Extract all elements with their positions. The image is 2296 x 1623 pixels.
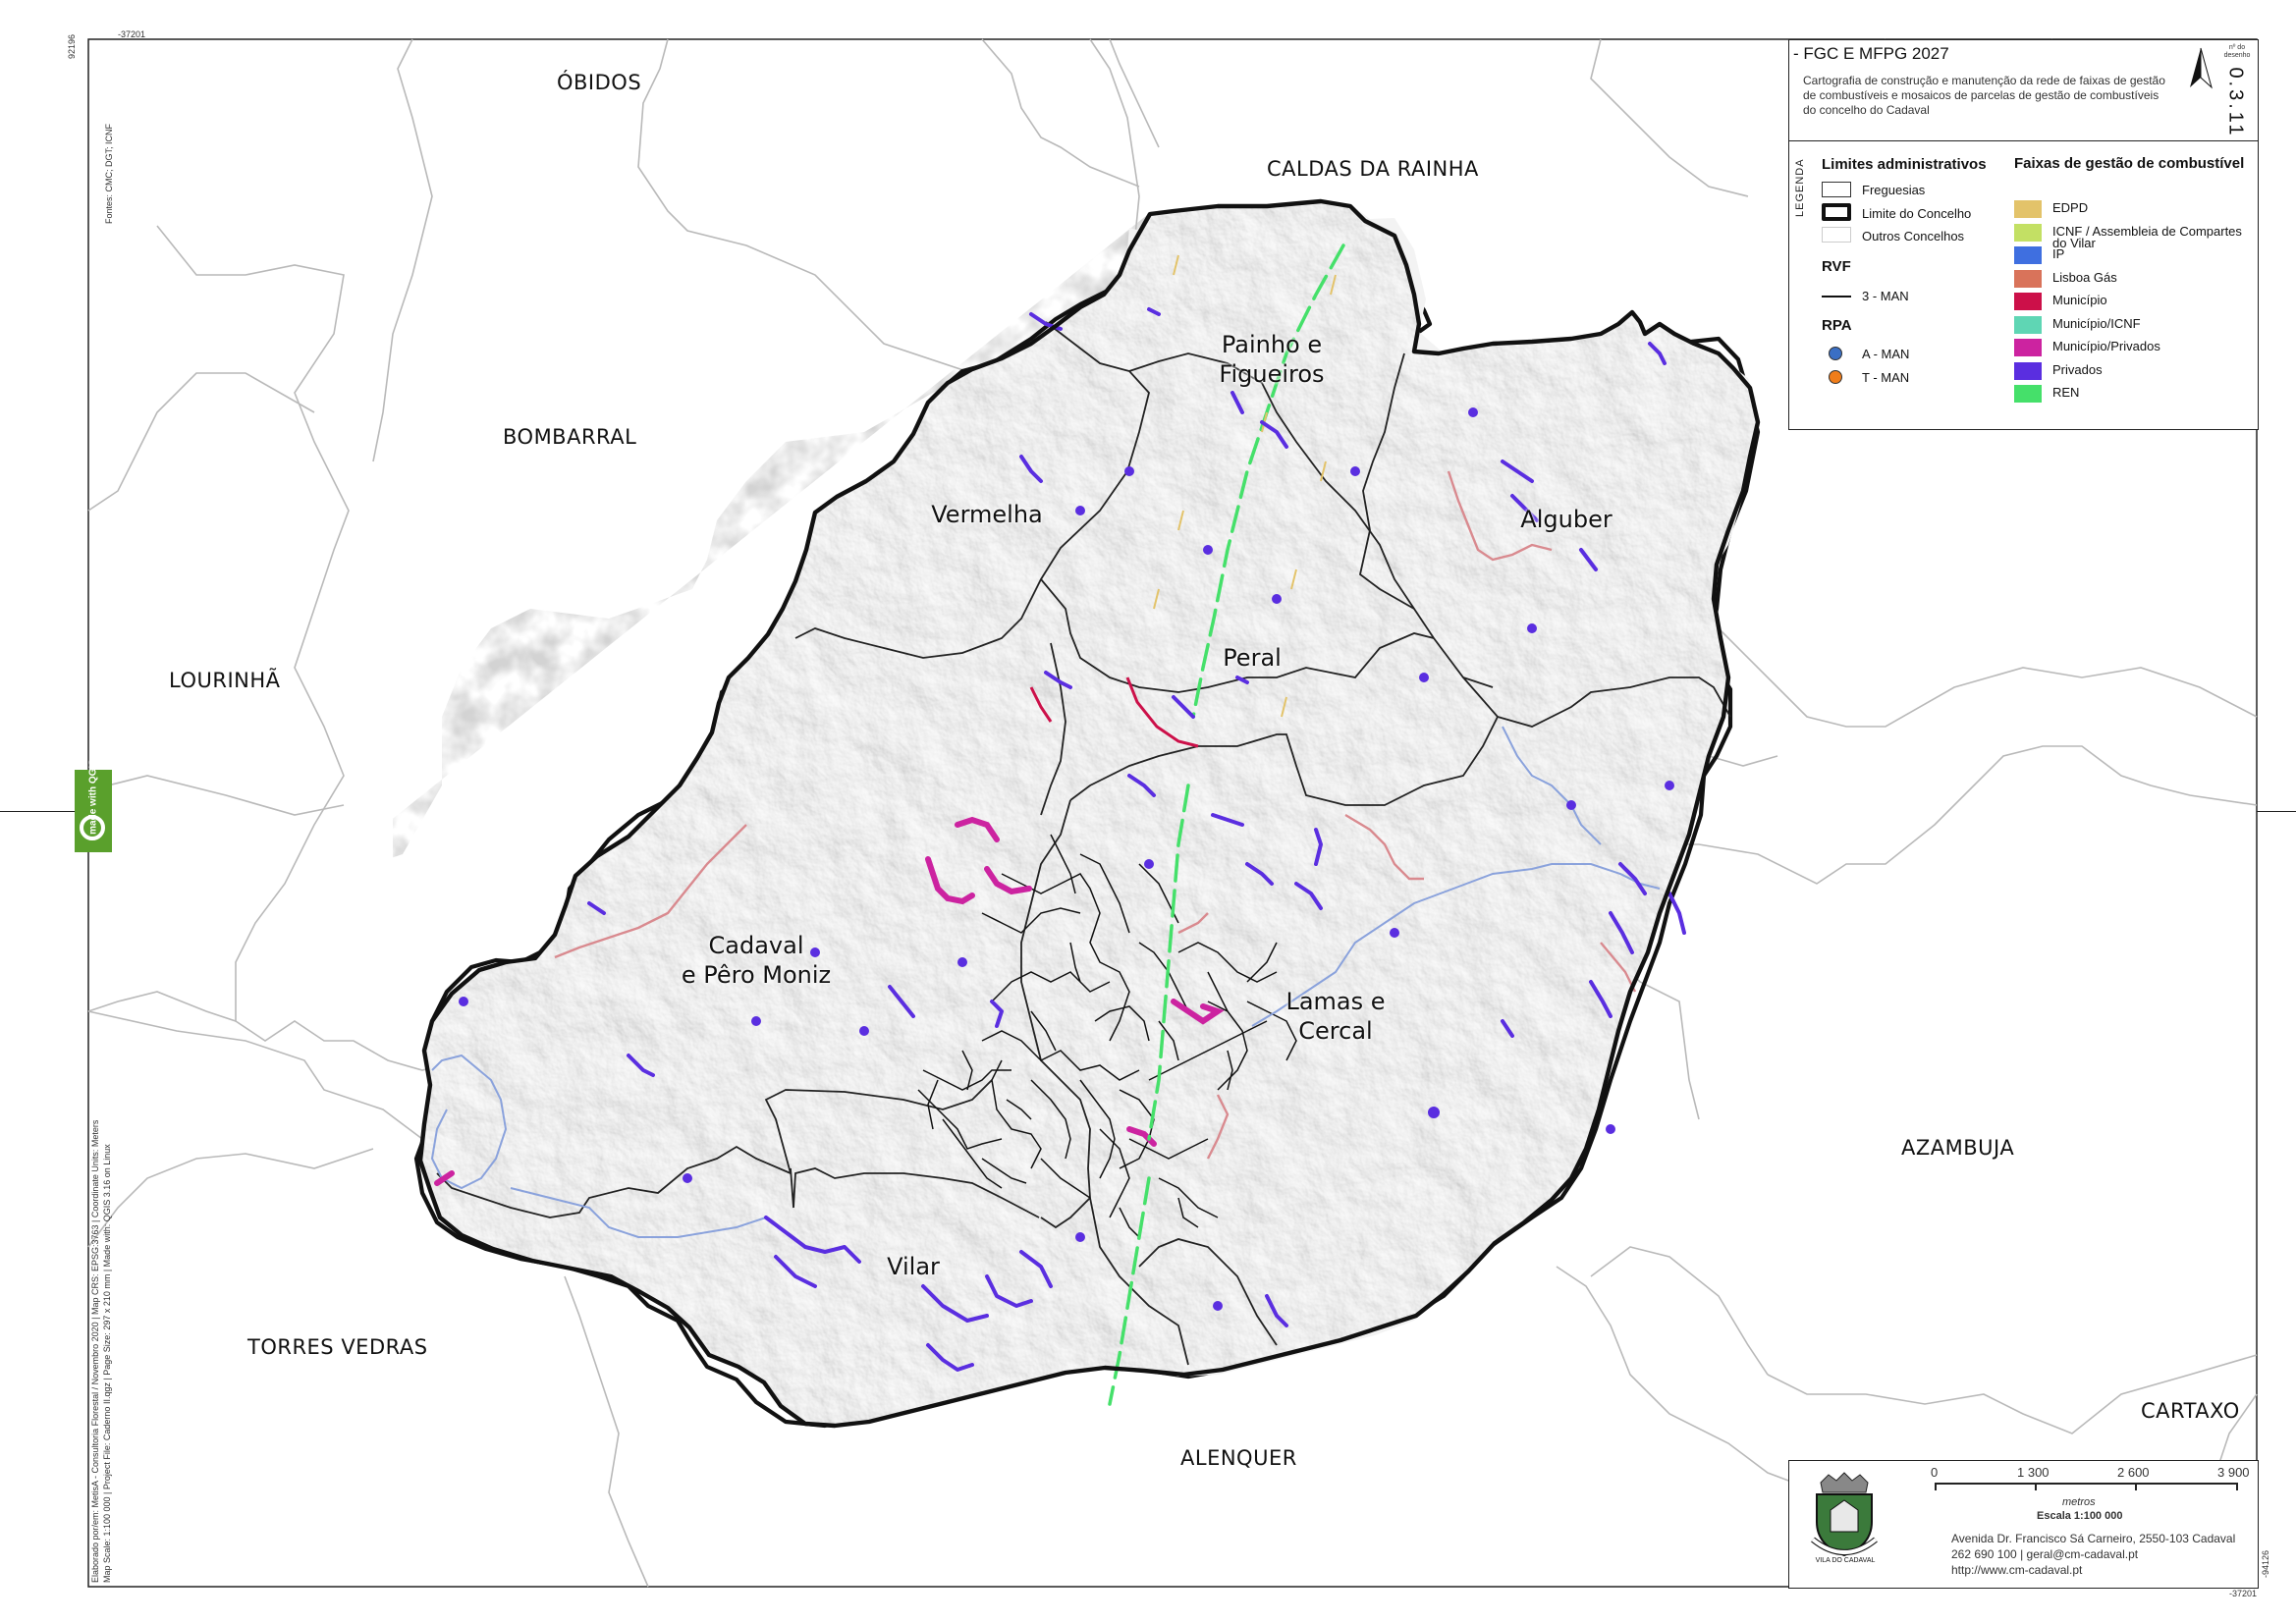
swatch-faixa-8 (2014, 385, 2042, 403)
label-vermelha: Vermelha (931, 501, 1043, 528)
address-line-3: http://www.cm-cadaval.pt (1951, 1563, 2083, 1577)
scale-tick-1 (2035, 1483, 2037, 1490)
label-caldas-da-rainha: CALDAS DA RAINHA (1267, 157, 1479, 181)
legend-rpa-t-man: T - MAN (1862, 370, 1910, 385)
scale-label-1300: 1 300 (2017, 1465, 2050, 1480)
info-panel: VILA DO CADAVAL 0 1 300 2 600 3 900 metr… (1788, 1460, 2259, 1589)
swatch-outros-concelhos (1822, 227, 1851, 243)
address-line-1: Avenida Dr. Francisco Sá Carneiro, 2550-… (1951, 1532, 2236, 1545)
legend-rpa-title: RPA (1822, 317, 1852, 334)
scale-bar (1935, 1483, 2237, 1485)
project-note: Map Scale: 1:100 000 | Project File: Cad… (102, 1144, 112, 1583)
swatch-rvf-3man (1822, 296, 1851, 298)
swatch-faixa-2 (2014, 246, 2042, 264)
legend-freguesias: Freguesias (1862, 183, 1926, 197)
title-main: - FGC E MFPG 2027 (1793, 44, 1949, 63)
label-obidos: ÓBIDOS (557, 71, 642, 94)
legend-faixa-label-4: Município (2052, 293, 2107, 307)
qgis-badge-text: made with QGIS (87, 759, 99, 835)
legend-faixa-label-6: Município/Privados (2052, 339, 2160, 353)
north-arrow-icon (2190, 47, 2213, 89)
address-line-2: 262 690 100 | geral@cm-cadaval.pt (1951, 1547, 2139, 1561)
swatch-limite-concelho (1822, 203, 1851, 221)
legend-faixas-title: Faixas de gestão de combustível (2014, 155, 2245, 172)
label-peral: Peral (1223, 644, 1282, 672)
title-legend-panel: - FGC E MFPG 2027 Cartografia de constru… (1788, 39, 2259, 430)
coord-top: -37201 (118, 29, 146, 39)
sheet-number: 0.3.11 (2224, 67, 2247, 138)
credits-note: Elaborado por/em: MetisA - Consultoria F… (90, 1119, 100, 1583)
label-cadaval-e-pero-moniz: Cadaval e Pêro Moniz (681, 932, 832, 989)
qgis-badge: made with QGIS (75, 759, 112, 852)
legend-faixa-label-8: REN (2052, 385, 2080, 400)
label-lourinha: LOURINHÃ (169, 669, 281, 692)
sheet-number-wrap: 0.3.11 (2214, 62, 2269, 140)
label-vilar: Vilar (887, 1253, 940, 1280)
legend-faixa-label-3: Lisboa Gás (2052, 269, 2117, 285)
legend-rvf-3man: 3 - MAN (1862, 289, 1909, 303)
label-cartaxo: CARTAXO (2141, 1399, 2240, 1423)
crest-text: VILA DO CADAVAL (1815, 1557, 1876, 1564)
swatch-faixa-0 (2014, 200, 2042, 218)
swatch-faixa-3 (2014, 269, 2042, 288)
scale-unit: metros (2062, 1496, 2096, 1508)
scale-tick-3 (2236, 1483, 2238, 1490)
swatch-faixa-5 (2014, 315, 2042, 334)
legend-rvf-title: RVF (1822, 258, 1851, 275)
tick-right (2257, 811, 2296, 812)
label-bombarral: BOMBARRAL (503, 425, 637, 449)
swatch-rpa-a-man (1829, 347, 1842, 360)
title-block: - FGC E MFPG 2027 Cartografia de constru… (1789, 40, 2258, 141)
label-lamas-e-cercal: Lamas e Cercal (1285, 988, 1386, 1045)
legend-limite-concelho: Limite do Concelho (1862, 206, 1972, 221)
legend-label: LEGENDA (1794, 158, 1806, 217)
legend-admin-title: Limites administrativos (1822, 156, 1987, 173)
swatch-faixa-4 (2014, 293, 2042, 310)
label-alguber: Alguber (1520, 506, 1613, 533)
sources-note: Fontes: CMC; DGT; ICNF (104, 123, 114, 224)
legend-faixa-label-7: Privados (2052, 361, 2103, 377)
legend-faixa-label-1: ICNF / Assembleia de Compartes do Vilar (2052, 223, 2242, 250)
scale-label-2600: 2 600 (2117, 1465, 2150, 1480)
legend-rpa-a-man: A - MAN (1862, 347, 1910, 361)
municipal-crest-icon (1811, 1472, 1878, 1557)
swatch-rpa-t-man (1829, 370, 1842, 384)
label-azambuja: AZAMBUJA (1901, 1136, 2015, 1160)
legend-outros-concelhos: Outros Concelhos (1862, 229, 1965, 243)
legend-faixa-label-2: IP (2052, 246, 2065, 261)
scale-tick-0 (1935, 1483, 1937, 1490)
legend-faixa-label-5: Município/ICNF (2052, 315, 2141, 331)
scale-ratio: Escala 1:100 000 (2037, 1510, 2123, 1522)
scale-tick-2 (2135, 1483, 2137, 1490)
swatch-freguesias (1822, 182, 1851, 197)
legend-faixa-label-0: EDPD (2052, 200, 2089, 215)
title-description: Cartografia de construção e manutenção d… (1803, 74, 2165, 117)
label-painho-e-figueiros: Painho e Figueiros (1219, 331, 1325, 388)
swatch-faixa-7 (2014, 361, 2042, 380)
coord-right-bottom: -94126 (2261, 1549, 2270, 1578)
scale-label-3900: 3 900 (2217, 1465, 2250, 1480)
coord-bottom-right: -37201 (2229, 1589, 2258, 1598)
coord-left-top: 92196 (67, 33, 77, 59)
sheet-label: nº do desenho (2223, 44, 2251, 59)
scale-label-0: 0 (1931, 1465, 1939, 1480)
swatch-faixa-6 (2014, 339, 2042, 356)
label-alenquer: ALENQUER (1180, 1446, 1297, 1470)
label-torres-vedras: TORRES VEDRAS (247, 1335, 428, 1359)
swatch-faixa-1 (2014, 223, 2042, 242)
